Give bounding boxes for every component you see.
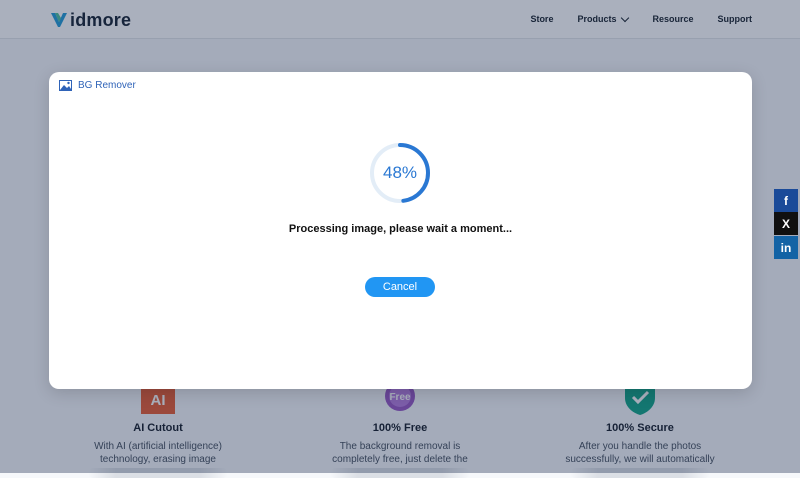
cancel-button[interactable]: Cancel: [365, 277, 435, 297]
processing-message: Processing image, please wait a moment..…: [288, 223, 513, 235]
x-share-button[interactable]: X: [774, 212, 798, 235]
linkedin-share-button[interactable]: in: [774, 236, 798, 259]
progress-ring: 48%: [369, 142, 431, 204]
progress-percent: 48%: [382, 163, 418, 182]
dialog-title: BG Remover: [59, 80, 136, 91]
processing-dialog: BG Remover 48% Processing image, please …: [49, 72, 752, 389]
image-icon: [59, 80, 72, 91]
facebook-icon: f: [784, 193, 788, 208]
dialog-title-label: BG Remover: [78, 80, 136, 91]
facebook-share-button[interactable]: f: [774, 189, 798, 212]
linkedin-icon: in: [780, 240, 792, 255]
x-icon: X: [781, 216, 790, 231]
